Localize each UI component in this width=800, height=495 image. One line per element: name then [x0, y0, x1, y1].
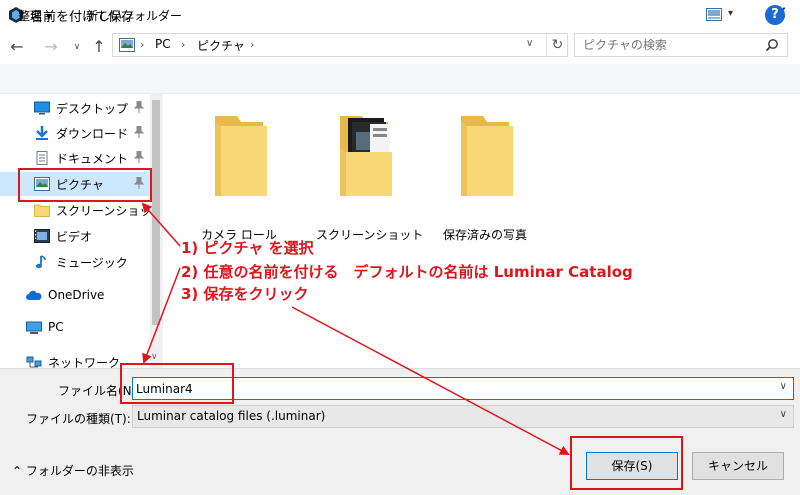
folder-camera-roll[interactable]: カメラ ロール: [191, 112, 287, 242]
arrow-up-icon: ↑: [92, 37, 106, 56]
folder-with-preview-icon: [340, 116, 392, 196]
network-icon: [26, 356, 42, 368]
view-dropdown-button[interactable]: ▾: [728, 8, 733, 19]
folder-icon: [461, 116, 513, 196]
pin-icon[interactable]: [134, 126, 144, 138]
nav-item-pc[interactable]: PC: [0, 316, 150, 340]
arrow-right-icon: →: [44, 37, 58, 56]
filetype-select[interactable]: Luminar catalog files (.luminar) ∨: [132, 405, 794, 428]
hide-folders-button[interactable]: ⌃ フォルダーの非表示: [12, 462, 134, 479]
search-box[interactable]: [574, 33, 788, 57]
chevron-down-icon[interactable]: ∨: [526, 38, 533, 49]
pictures-icon: [119, 38, 135, 52]
filetype-value: Luminar catalog files (.luminar): [137, 409, 326, 423]
refresh-icon: ↻: [551, 37, 564, 53]
annotation-step-1: 1) ピクチャ を選択: [181, 239, 314, 257]
nav-item-label: ビデオ: [56, 230, 93, 244]
nav-item-label: デスクトップ: [56, 102, 129, 116]
new-folder-button[interactable]: 新しいフォルダー: [86, 7, 182, 24]
breadcrumb-pictures[interactable]: ピクチャ: [197, 37, 245, 54]
view-options-icon[interactable]: [706, 8, 722, 21]
back-button[interactable]: ←: [6, 36, 28, 58]
chevron-down-icon[interactable]: ∨: [780, 381, 787, 392]
breadcrumb-separator: ›: [140, 38, 145, 51]
folder-saved-pictures[interactable]: 保存済みの写真: [437, 112, 533, 242]
video-icon: [34, 229, 50, 243]
nav-item-onedrive[interactable]: OneDrive: [0, 284, 150, 308]
command-bar: [0, 64, 800, 94]
organize-button[interactable]: 整理 ▾: [18, 7, 52, 24]
nav-item-documents[interactable]: ドキュメント: [0, 146, 150, 170]
nav-item-label: PC: [48, 320, 64, 334]
highlight-box-save: [570, 436, 683, 490]
folder-label: スクリーンショット: [316, 228, 424, 242]
help-button[interactable]: ?: [765, 5, 785, 25]
nav-item-label: ダウンロード: [56, 127, 129, 141]
documents-icon: [36, 151, 48, 165]
highlight-box-pictures: [18, 168, 152, 202]
cloud-icon: [26, 290, 42, 300]
nav-scrollbar-thumb[interactable]: [152, 100, 160, 325]
search-input[interactable]: [583, 37, 763, 53]
desktop-icon: [34, 101, 50, 115]
file-list: カメラ ロール スクリーンショット 保存済みの写真: [163, 94, 800, 368]
forward-button[interactable]: →: [40, 36, 62, 58]
breadcrumb-separator[interactable]: ›: [181, 38, 185, 51]
music-icon: [36, 255, 46, 269]
refresh-button[interactable]: ↻: [546, 34, 568, 56]
annotation-step-2: 2) 任意の名前を付ける デフォルトの名前は Luminar Catalog: [181, 263, 633, 281]
nav-item-label: ドキュメント: [56, 152, 129, 166]
chevron-down-icon: ∨: [73, 42, 81, 52]
address-bar[interactable]: › PC › ピクチャ › ∨ ↻: [112, 33, 568, 57]
search-icon[interactable]: [765, 38, 779, 52]
folder-icon: [34, 204, 50, 217]
nav-item-label: OneDrive: [48, 288, 105, 302]
folder-label: 保存済みの写真: [442, 228, 527, 242]
nav-item-videos[interactable]: ビデオ: [0, 224, 150, 248]
annotation-step-3: 3) 保存をクリック: [181, 285, 309, 303]
pin-icon[interactable]: [134, 151, 144, 163]
navigation-pane: デスクトップ ダウンロード ドキュメント ピクチャ スクリーンショット ビデオ …: [0, 94, 163, 368]
breadcrumb-pc[interactable]: PC: [155, 37, 171, 51]
recent-locations-button[interactable]: ∨: [70, 36, 84, 58]
folder-screenshots[interactable]: スクリーンショット: [316, 112, 423, 242]
highlight-box-filename: [120, 363, 234, 404]
pin-icon[interactable]: [134, 101, 144, 113]
nav-item-music[interactable]: ミュージック: [0, 250, 150, 274]
arrow-left-icon: ←: [10, 37, 24, 56]
breadcrumb-separator[interactable]: ›: [250, 38, 254, 51]
pc-icon: [26, 321, 42, 334]
download-icon: [36, 126, 48, 140]
cancel-button[interactable]: キャンセル: [692, 452, 784, 480]
filetype-label: ファイルの種類(T):: [26, 412, 131, 426]
up-button[interactable]: ↑: [88, 36, 110, 58]
nav-item-label: ネットワーク: [48, 356, 121, 368]
folder-icon: [215, 116, 267, 196]
nav-item-label: ミュージック: [56, 256, 128, 270]
nav-item-downloads[interactable]: ダウンロード: [0, 121, 150, 145]
nav-item-label: スクリーンショット: [56, 204, 163, 218]
chevron-down-icon[interactable]: ∨: [151, 352, 158, 362]
nav-item-desktop[interactable]: デスクトップ: [0, 96, 150, 120]
chevron-down-icon[interactable]: ∨: [780, 409, 787, 420]
